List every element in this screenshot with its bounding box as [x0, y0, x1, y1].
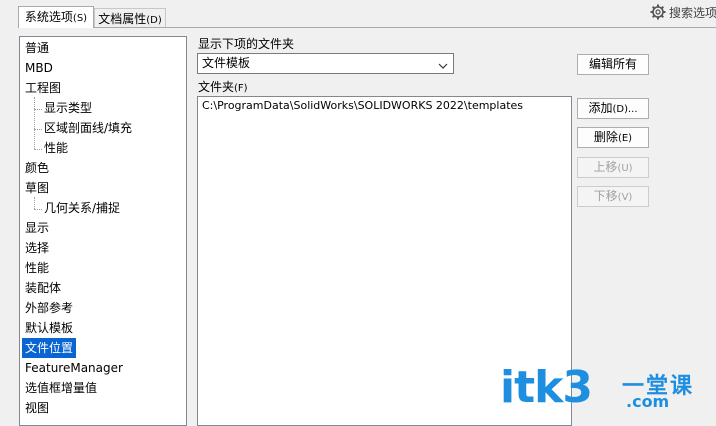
show-folders-for-label: 显示下项的文件夹	[198, 37, 295, 51]
options-tree[interactable]: 普通 MBD 工程图 显示类型 区域剖面线/填充 性能 颜色 草图 几何关系/捕…	[19, 36, 187, 426]
tab-system-options[interactable]: 系统选项(S)	[18, 6, 94, 28]
tree-item-drawings[interactable]: 工程图	[25, 78, 61, 98]
add-label: 添加	[588, 101, 613, 115]
tree-item-area-hatch-fill[interactable]: 区域剖面线/填充	[44, 118, 132, 138]
tab-system-options-hotkey: (S)	[72, 13, 88, 24]
move-up-label: 上移	[593, 160, 618, 174]
tab-document-properties[interactable]: 文档属性(D)	[94, 8, 166, 28]
move-down-button[interactable]: 下移(V)	[577, 186, 649, 207]
move-down-label: 下移	[593, 189, 618, 203]
folder-path-item[interactable]: C:\ProgramData\SolidWorks\SOLIDWORKS 202…	[202, 99, 523, 112]
tree-item-general[interactable]: 普通	[25, 38, 49, 58]
tab-strip-divider	[18, 27, 716, 28]
gear-icon	[650, 4, 666, 20]
tab-document-properties-hotkey: (D)	[146, 15, 162, 26]
tab-system-options-label: 系统选项	[24, 10, 73, 24]
move-down-hotkey: (V)	[617, 192, 633, 203]
edit-all-label: 编辑所有	[588, 57, 637, 71]
folders-label: 文件夹(F)	[198, 78, 248, 95]
tree-item-sketch[interactable]: 草图	[25, 178, 49, 198]
tree-item-default-templates[interactable]: 默认模板	[25, 318, 73, 338]
tree-connector	[34, 129, 42, 130]
watermark-logo: itk3 一堂课 .com	[500, 362, 692, 413]
tree-item-display-style[interactable]: 显示类型	[44, 98, 92, 118]
tree-item-colors[interactable]: 颜色	[25, 158, 49, 178]
watermark-main: itk3	[500, 362, 593, 413]
tree-item-drawing-performance[interactable]: 性能	[44, 138, 68, 158]
tree-item-selection[interactable]: 选择	[25, 238, 49, 258]
tree-item-assemblies[interactable]: 装配体	[25, 278, 61, 298]
tree-item-file-locations[interactable]: 文件位置	[22, 338, 77, 358]
tree-connector	[34, 109, 42, 110]
add-hotkey: (D)...	[612, 104, 638, 115]
folders-label-hotkey: (F)	[234, 83, 248, 94]
tree-item-mbd[interactable]: MBD	[25, 58, 53, 78]
folders-label-text: 文件夹	[198, 80, 235, 94]
tree-item-view[interactable]: 视图	[25, 398, 49, 418]
tree-item-relations-snaps[interactable]: 几何关系/捕捉	[44, 198, 120, 218]
watermark-dotcom: .com	[626, 392, 670, 411]
search-options-label: 搜索选项	[669, 6, 716, 20]
tree-item-spin-box-increments[interactable]: 选值框增量值	[25, 378, 97, 398]
move-up-hotkey: (U)	[617, 163, 633, 174]
add-button[interactable]: 添加(D)...	[577, 98, 649, 119]
tree-item-display[interactable]: 显示	[25, 218, 49, 238]
delete-button[interactable]: 删除(E)	[577, 127, 649, 148]
delete-hotkey: (E)	[617, 133, 633, 144]
show-folders-for-value: 文件模板	[202, 56, 251, 70]
tree-connector	[34, 149, 42, 150]
chevron-down-icon	[438, 59, 448, 69]
delete-label: 删除	[593, 130, 618, 144]
tree-connector	[34, 209, 42, 210]
tree-item-performance[interactable]: 性能	[25, 258, 49, 278]
search-options-button[interactable]: 搜索选项	[650, 3, 716, 23]
show-folders-for-dropdown[interactable]: 文件模板	[197, 53, 454, 74]
tree-connector	[34, 97, 35, 149]
tree-item-external-references[interactable]: 外部参考	[25, 298, 73, 318]
tree-item-featuremanager[interactable]: FeatureManager	[25, 358, 123, 378]
edit-all-button[interactable]: 编辑所有	[577, 54, 649, 75]
tab-document-properties-label: 文档属性	[98, 12, 147, 26]
tree-connector	[34, 197, 35, 209]
move-up-button[interactable]: 上移(U)	[577, 157, 649, 178]
